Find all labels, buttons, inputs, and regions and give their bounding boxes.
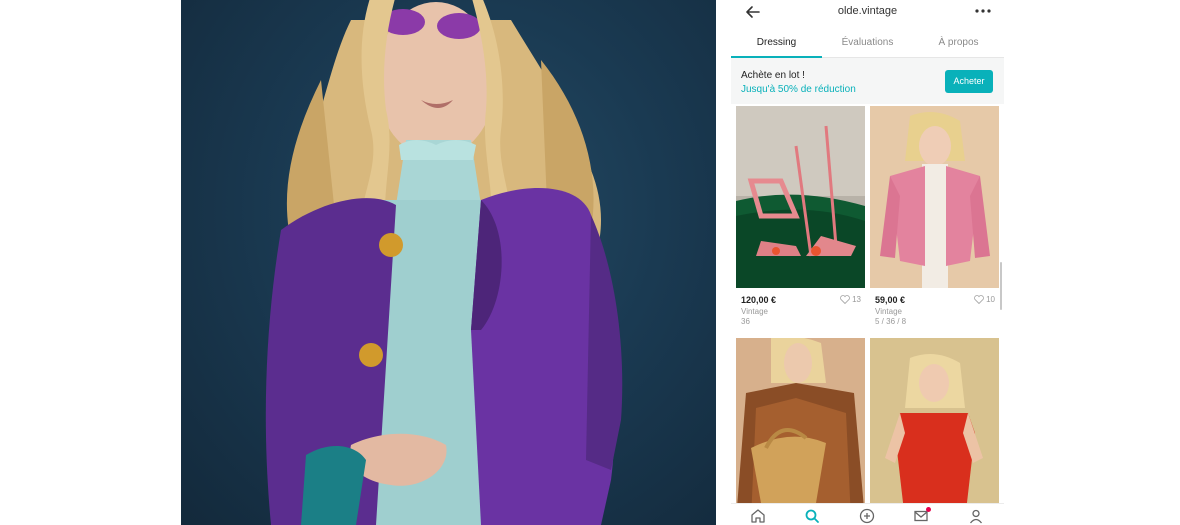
tab-about[interactable]: À propos	[913, 37, 1004, 48]
tab-evaluations[interactable]: Évaluations	[822, 37, 913, 48]
heart-icon[interactable]	[840, 295, 850, 304]
tab-dressing[interactable]: Dressing	[731, 37, 822, 48]
nav-sell[interactable]	[859, 508, 875, 524]
app-screen: olde.vintage Dressing Évaluations À prop…	[731, 0, 1004, 525]
profile-tabs: Dressing Évaluations À propos	[731, 30, 1004, 58]
item-price: 120,00 €	[741, 295, 777, 305]
nav-profile[interactable]	[968, 508, 984, 524]
scrollbar[interactable]	[1000, 262, 1002, 310]
item-photo-red-top[interactable]	[870, 338, 999, 520]
home-icon	[751, 509, 765, 523]
nav-home[interactable]	[750, 508, 766, 524]
item-photo-shoes[interactable]	[736, 106, 865, 288]
like-count: 13	[852, 295, 861, 304]
item-brand: Vintage	[741, 307, 768, 316]
profile-icon	[969, 509, 983, 524]
item-size: 36	[741, 317, 750, 326]
item-photo-bag[interactable]	[736, 338, 865, 520]
notification-badge	[926, 507, 931, 512]
model-illustration	[265, 0, 623, 525]
item-likes[interactable]: 13	[840, 295, 861, 304]
promo-title: Achète en lot !	[741, 70, 805, 81]
bundle-promo-banner: Achète en lot ! Jusqu'à 50% de réduction…	[731, 58, 1004, 104]
item-likes[interactable]: 10	[974, 295, 995, 304]
item-price: 59,00 €	[875, 295, 906, 305]
profile-username: olde.vintage	[837, 5, 898, 17]
search-icon	[805, 509, 819, 523]
nav-search[interactable]	[804, 508, 820, 524]
item-size: 5 / 36 / 8	[875, 317, 907, 326]
bottom-navigation	[731, 503, 1004, 525]
plus-circle-icon	[859, 508, 875, 524]
heart-icon[interactable]	[974, 295, 984, 304]
promo-subtitle: Jusqu'à 50% de réduction	[741, 84, 856, 95]
more-options-icon[interactable]	[975, 9, 991, 13]
buy-bundle-button[interactable]: Acheter	[945, 70, 993, 93]
item-photo-pink-jacket[interactable]	[870, 106, 999, 288]
item-brand: Vintage	[875, 307, 902, 316]
editorial-photo	[181, 0, 716, 525]
nav-inbox[interactable]	[913, 507, 931, 524]
top-bar: olde.vintage	[731, 0, 1004, 24]
like-count: 10	[986, 295, 995, 304]
